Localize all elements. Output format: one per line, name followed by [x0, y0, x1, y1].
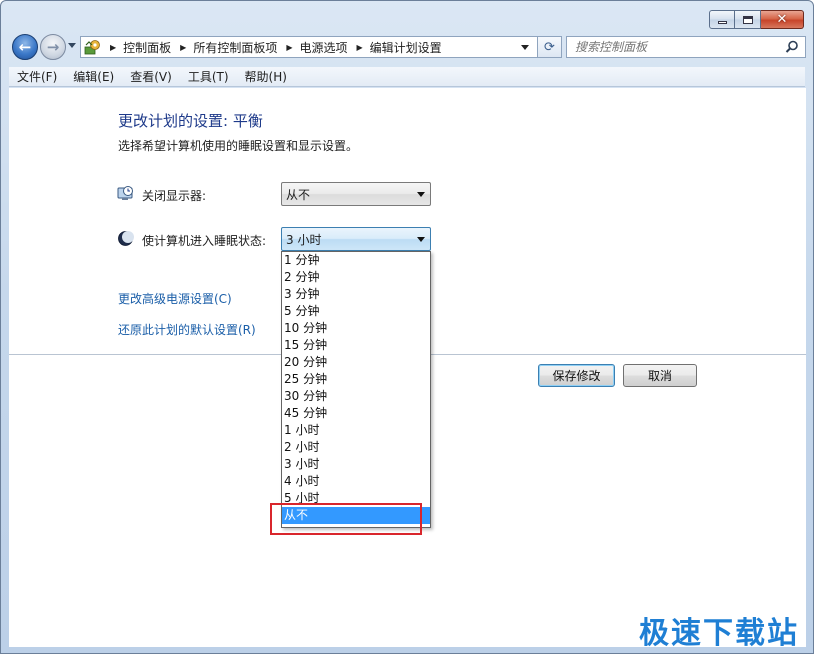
address-history-dropdown[interactable]	[521, 45, 529, 50]
control-panel-icon	[84, 40, 100, 55]
annotation-highlight-box	[270, 503, 422, 535]
dropdown-option[interactable]: 1 小时	[282, 422, 430, 439]
menu-edit[interactable]: 编辑(E)	[65, 68, 122, 85]
search-box[interactable]	[566, 36, 806, 58]
back-button[interactable]: ←	[12, 34, 38, 60]
sleep-value: 3 小时	[286, 232, 322, 247]
navigation-bar: ← → ▶ 控制面板 ▶ 所有控制面板项 ▶ 电源选项 ▶ 编辑计划设置 ⟳ 搜…	[10, 34, 806, 60]
display-off-select[interactable]: 从不	[281, 182, 431, 206]
cancel-button[interactable]: 取消	[623, 364, 697, 387]
search-icon[interactable]	[785, 40, 799, 54]
breadcrumb-item[interactable]: 所有控制面板项	[193, 39, 277, 56]
caption-buttons: ✕	[709, 10, 804, 29]
menu-view[interactable]: 查看(V)	[122, 68, 180, 85]
minimize-button[interactable]	[709, 10, 735, 29]
window-frame: ✕ ← → ▶ 控制面板 ▶ 所有控制面板项 ▶ 电源选项 ▶ 编辑计划设置 ⟳…	[0, 0, 814, 654]
moon-sleep-icon	[118, 231, 134, 246]
menu-tools[interactable]: 工具(T)	[180, 68, 237, 85]
menu-file[interactable]: 文件(F)	[9, 68, 65, 85]
forward-button[interactable]: →	[40, 34, 66, 60]
search-input[interactable]	[575, 40, 775, 54]
dropdown-option[interactable]: 5 分钟	[282, 303, 430, 320]
dropdown-option[interactable]: 25 分钟	[282, 371, 430, 388]
restore-defaults-link[interactable]: 还原此计划的默认设置(R)	[118, 321, 256, 338]
dropdown-option[interactable]: 4 小时	[282, 473, 430, 490]
chevron-down-icon	[417, 237, 425, 242]
dropdown-option[interactable]: 2 分钟	[282, 269, 430, 286]
watermark-logo: 极速下载站	[639, 616, 799, 651]
dropdown-option[interactable]: 45 分钟	[282, 405, 430, 422]
close-button[interactable]: ✕	[761, 10, 804, 29]
page-title: 更改计划的设置: 平衡	[118, 112, 263, 130]
dropdown-option[interactable]: 30 分钟	[282, 388, 430, 405]
display-off-value: 从不	[286, 187, 311, 202]
dropdown-option[interactable]: 10 分钟	[282, 320, 430, 337]
dropdown-option[interactable]: 3 小时	[282, 456, 430, 473]
breadcrumb-item[interactable]: 编辑计划设置	[370, 39, 442, 56]
content-pane: 更改计划的设置: 平衡 选择希望计算机使用的睡眠设置和显示设置。 关闭显示器: …	[9, 88, 806, 647]
maximize-button[interactable]	[735, 10, 761, 29]
minimize-icon	[717, 21, 727, 24]
save-button[interactable]: 保存修改	[538, 364, 615, 387]
sleep-select[interactable]: 3 小时	[281, 227, 431, 251]
breadcrumb-item[interactable]: 控制面板	[123, 39, 171, 56]
monitor-clock-icon	[117, 186, 133, 200]
breadcrumb-chevron-icon[interactable]: ▶	[357, 43, 363, 52]
maximize-icon	[742, 15, 753, 24]
menu-help[interactable]: 帮助(H)	[237, 68, 295, 85]
dropdown-option[interactable]: 15 分钟	[282, 337, 430, 354]
chevron-down-icon	[417, 192, 425, 197]
breadcrumb-chevron-icon: ▶	[110, 42, 117, 52]
menu-bar: 文件(F) 编辑(E) 查看(V) 工具(T) 帮助(H)	[9, 67, 805, 87]
advanced-power-settings-link[interactable]: 更改高级电源设置(C)	[118, 290, 232, 307]
breadcrumb-item[interactable]: 电源选项	[300, 39, 348, 56]
recent-pages-dropdown[interactable]	[68, 43, 76, 48]
close-icon: ✕	[776, 12, 788, 27]
refresh-icon: ⟳	[544, 39, 555, 55]
sleep-dropdown-list: 1 分钟 2 分钟 3 分钟 5 分钟 10 分钟 15 分钟 20 分钟 25 分钟 30 分…	[281, 251, 431, 528]
dropdown-option[interactable]: 20 分钟	[282, 354, 430, 371]
back-arrow-icon: ←	[18, 37, 32, 56]
forward-arrow-icon: →	[46, 37, 60, 56]
breadcrumb-chevron-icon[interactable]: ▶	[180, 43, 186, 52]
address-bar[interactable]: ▶ 控制面板 ▶ 所有控制面板项 ▶ 电源选项 ▶ 编辑计划设置	[80, 36, 538, 58]
dropdown-option[interactable]: 1 分钟	[282, 252, 430, 269]
breadcrumb: 控制面板 ▶ 所有控制面板项 ▶ 电源选项 ▶ 编辑计划设置	[123, 39, 442, 56]
page-subtitle: 选择希望计算机使用的睡眠设置和显示设置。	[118, 139, 359, 153]
breadcrumb-chevron-icon[interactable]: ▶	[286, 43, 292, 52]
display-off-label: 关闭显示器:	[142, 189, 207, 203]
refresh-button[interactable]: ⟳	[538, 36, 562, 58]
dropdown-option[interactable]: 2 小时	[282, 439, 430, 456]
sleep-label: 使计算机进入睡眠状态:	[142, 234, 267, 248]
dropdown-option[interactable]: 3 分钟	[282, 286, 430, 303]
